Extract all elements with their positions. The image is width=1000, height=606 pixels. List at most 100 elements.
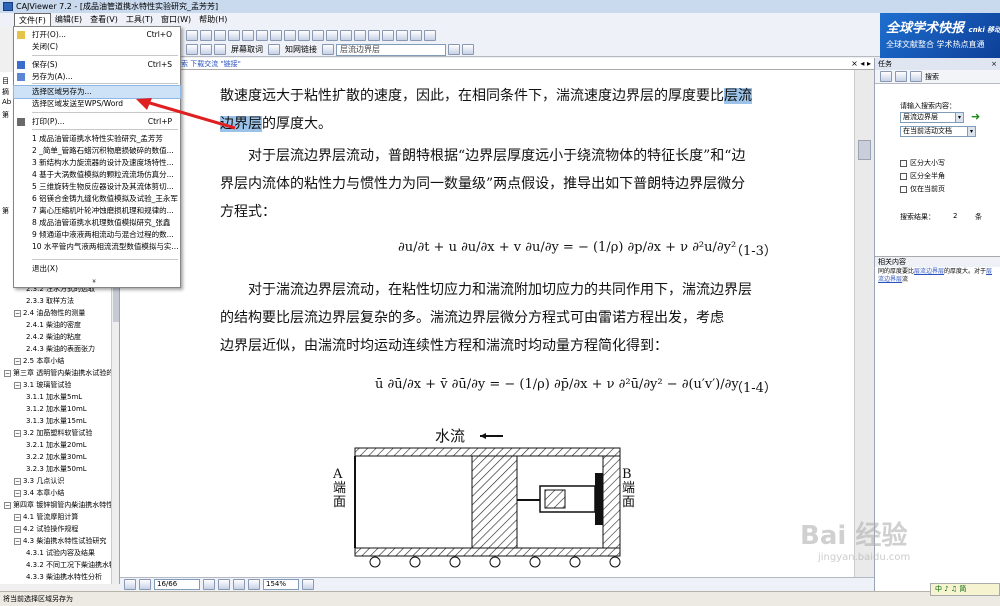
checkbox-icon[interactable] — [900, 159, 907, 167]
zoom-out-icon[interactable] — [256, 30, 268, 41]
zoom-input[interactable]: 154% — [263, 579, 299, 590]
file-menu-item[interactable]: 10 水平管内气液两相流流型数值模拟与实... — [14, 241, 180, 253]
outline-item[interactable]: 4.3.3 柴油携水特性分析 — [0, 572, 114, 583]
close-panel-icon[interactable]: × — [991, 58, 997, 70]
search-input[interactable]: 层流边界层 ▾ — [900, 112, 964, 123]
outline-item[interactable]: −4.1 管流摩阻计算 — [0, 512, 114, 523]
chevron-down-icon[interactable]: ▾ — [955, 113, 963, 122]
outline-item[interactable]: − 第三章 透明管内柴油携水试验的研 — [0, 368, 114, 379]
file-menu-item[interactable]: 关闭(C) — [14, 41, 180, 53]
page-number-input[interactable]: 16/66 — [154, 579, 200, 590]
outline-item[interactable]: −2.4 油品物性的测量 — [0, 308, 114, 319]
screen-word-button[interactable]: 屏幕取词 — [228, 44, 266, 55]
outline-item[interactable]: 3.2.2 加水量30mL — [0, 452, 114, 463]
fit-page-icon[interactable] — [284, 30, 296, 41]
file-menu-item[interactable]: 5 三维旋转生物反应器设计及其流体剪切... — [14, 181, 180, 193]
search-scope-icon[interactable] — [322, 44, 334, 55]
collapse-icon[interactable]: − — [4, 369, 11, 377]
related-link[interactable]: 层流边界层 — [914, 268, 944, 275]
outline-item[interactable]: 2.3.3 取样方法 — [0, 296, 114, 307]
bookmark-icon[interactable] — [410, 30, 422, 41]
text-select-icon[interactable] — [200, 44, 212, 55]
cnki-banner[interactable]: 全球学术快报 cnki 移动版 全球文献整合 学术热点直通 — [880, 13, 1000, 60]
file-menu-item[interactable]: 另存为(A)... — [14, 71, 180, 83]
file-menu-item[interactable]: 保存(S) Ctrl+S — [14, 59, 180, 71]
collapse-icon[interactable]: − — [14, 525, 21, 533]
menu-window[interactable]: 窗口(W) — [157, 13, 195, 27]
outline-item[interactable]: −3.2 加筋塑料软管试验 — [0, 428, 114, 439]
collapse-icon[interactable]: − — [14, 381, 21, 389]
next-page-icon[interactable] — [214, 30, 226, 41]
outline-item[interactable]: 3.1.2 加水量10mL — [0, 404, 114, 415]
back-icon[interactable] — [312, 30, 324, 41]
file-menu-item[interactable]: 打开(O)... Ctrl+O — [14, 29, 180, 41]
outline-item[interactable]: −2.5 本章小结 — [0, 356, 114, 367]
outline-item[interactable]: 3.2.3 加水量50mL — [0, 464, 114, 475]
file-menu-item[interactable]: 6 铝镁合金铸九缝化数值模拟及试验_王永军 — [14, 193, 180, 205]
current-page-checkbox[interactable]: 仅在当前页 — [900, 184, 945, 194]
first-page-icon[interactable] — [124, 579, 136, 590]
collapse-icon[interactable]: − — [14, 537, 21, 545]
outline-item[interactable]: 2.4.2 柴油的粘度 — [0, 332, 114, 343]
file-menu-item[interactable]: 选择区域另存为... — [13, 85, 181, 99]
first-page-icon[interactable] — [186, 30, 198, 41]
annotate-icon[interactable] — [424, 30, 436, 41]
file-menu-item[interactable]: 退出(X) — [14, 263, 180, 275]
find-icon[interactable] — [396, 30, 408, 41]
menu-edit[interactable]: 编辑(E) — [51, 13, 86, 27]
file-menu-item[interactable]: 选择区域发送至WPS/Word — [14, 98, 180, 110]
select-image-icon[interactable] — [368, 30, 380, 41]
outline-item[interactable]: −4.3 柴油携水特性试验研究 — [0, 536, 114, 547]
case-sensitive-checkbox[interactable]: 区分大小写 — [900, 158, 945, 168]
zoom-icon[interactable] — [248, 579, 260, 590]
back-icon[interactable] — [880, 71, 892, 82]
search-go-icon[interactable]: ➜ — [971, 110, 980, 123]
full-half-width-checkbox[interactable]: 区分全半角 — [900, 171, 945, 181]
file-menu-item[interactable]: 9 倾通道中液液两相流动与混合过程的数... — [14, 229, 180, 241]
page-scrollbar[interactable] — [854, 70, 874, 577]
prev-page-icon[interactable] — [200, 30, 212, 41]
file-menu-item[interactable]: 3 新结构水力旋流器的设计及速度场特性... — [14, 157, 180, 169]
collapse-icon[interactable]: − — [14, 477, 21, 485]
toolbar-search-input[interactable]: 层流边界层 — [336, 43, 446, 56]
next-page-icon[interactable] — [203, 579, 215, 590]
fit-width-icon[interactable] — [270, 30, 282, 41]
collapse-icon[interactable]: − — [14, 357, 21, 365]
hand-tool-icon[interactable] — [340, 30, 352, 41]
menu-tools[interactable]: 工具(T) — [122, 13, 157, 27]
outline-item[interactable]: 2.4.1 柴油的密度 — [0, 320, 114, 331]
outline-item[interactable]: 4.3.1 试验内容及结果 — [0, 548, 114, 559]
collapse-icon[interactable]: − — [14, 309, 21, 317]
tab-search[interactable]: 搜索 — [925, 72, 939, 82]
menu-help[interactable]: 帮助(H) — [195, 13, 231, 27]
outline-scroll-thumb[interactable] — [113, 282, 119, 322]
collapse-icon[interactable]: − — [4, 501, 11, 509]
close-doc-icon[interactable]: × ◂ ▸ — [851, 58, 871, 70]
zoom-in-icon[interactable] — [242, 30, 254, 41]
checkbox-icon[interactable] — [900, 185, 907, 193]
single-page-icon[interactable] — [233, 579, 245, 590]
outline-item[interactable]: 2.4.3 柴油的表面张力 — [0, 344, 114, 355]
expand-menu-icon[interactable]: » — [90, 279, 98, 283]
snapshot-icon[interactable] — [382, 30, 394, 41]
file-menu-item[interactable]: 1 成品油管道携水特性实验研究_孟芳芳 — [14, 133, 180, 145]
collapse-icon[interactable]: − — [14, 429, 21, 437]
prev-page-icon[interactable] — [139, 579, 151, 590]
last-page-icon[interactable] — [228, 30, 240, 41]
search-options-icon[interactable] — [462, 44, 474, 55]
menu-file[interactable]: 文件(F) — [14, 13, 51, 27]
ime-tray[interactable]: 中 ♪ ♫ 简 — [930, 583, 1000, 596]
outline-item[interactable]: 4.3.2 不同工况下柴油携水特 — [0, 560, 114, 571]
file-menu-item[interactable]: 7 离心压缩机叶轮冲蚀磨损机理和规律的... — [14, 205, 180, 217]
search-go-icon[interactable] — [448, 44, 460, 55]
checkbox-icon[interactable] — [900, 172, 907, 180]
file-menu-item[interactable]: 2 _简单_管路石蜡沉积物磨损破碎的数值... — [14, 145, 180, 157]
menu-view[interactable]: 查看(V) — [86, 13, 122, 27]
rotate-icon[interactable] — [298, 30, 310, 41]
outline-item[interactable]: −3.1 玻璃管试验 — [0, 380, 114, 391]
search-tab-icon[interactable] — [910, 71, 922, 82]
collapse-icon[interactable]: − — [14, 513, 21, 521]
select-text-icon[interactable] — [354, 30, 366, 41]
cursor-icon[interactable] — [186, 44, 198, 55]
outline-item[interactable]: −3.4 本章小结 — [0, 488, 114, 499]
